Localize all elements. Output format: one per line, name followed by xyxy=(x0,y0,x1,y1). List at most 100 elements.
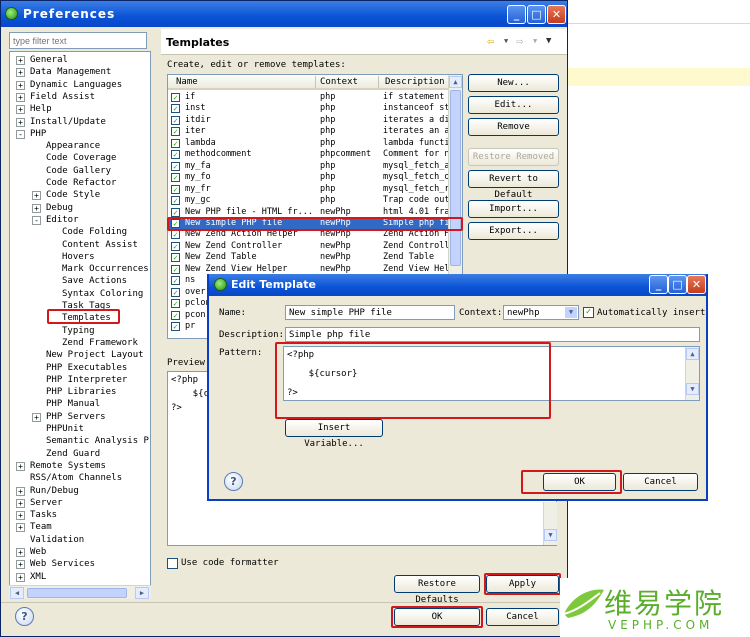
tree-item[interactable]: Code Refactor xyxy=(46,177,116,189)
tree-item[interactable]: Editor xyxy=(46,214,79,226)
row-checkbox[interactable]: ✓ xyxy=(171,127,180,137)
tree-expander-icon[interactable]: + xyxy=(32,412,41,422)
table-scroll-thumb[interactable] xyxy=(450,90,461,266)
tree-expander-icon[interactable]: + xyxy=(16,80,25,90)
tree-scroll-thumb[interactable] xyxy=(27,588,127,598)
table-row[interactable]: ✓ New Zend Action Helper newPhp Zend Action… xyxy=(168,229,450,241)
help-icon[interactable]: ? xyxy=(224,472,243,491)
tree-item[interactable]: Code Style xyxy=(46,189,100,201)
tree-item[interactable]: Code Gallery xyxy=(46,165,111,177)
remove-button[interactable]: Remove xyxy=(468,118,559,136)
scroll-up-icon[interactable]: ▲ xyxy=(686,348,699,360)
tree-horizontal-scrollbar[interactable]: ◀ ▶ xyxy=(9,585,151,599)
scroll-down-icon[interactable]: ▼ xyxy=(544,529,557,541)
tree-item[interactable]: Remote Systems xyxy=(30,460,106,472)
tree-item[interactable]: PHP Manual xyxy=(46,398,100,410)
tree-expander-icon[interactable]: + xyxy=(16,523,25,533)
back-icon[interactable]: ⇦ xyxy=(487,34,494,48)
row-checkbox[interactable]: ✓ xyxy=(171,104,180,114)
row-checkbox[interactable]: ✓ xyxy=(171,310,180,320)
tree-item[interactable]: PHP Servers xyxy=(46,411,106,423)
maximize-icon[interactable]: □ xyxy=(527,5,546,24)
tree-expander-icon[interactable]: + xyxy=(16,486,25,496)
tree-item[interactable]: PHP Interpreter xyxy=(46,374,127,386)
table-row[interactable]: ✓ New Zend Table newPhp Zend Table xyxy=(168,252,448,264)
forward-dropdown-icon[interactable]: ▼ xyxy=(533,37,537,45)
close-icon[interactable]: ✕ xyxy=(547,5,566,24)
row-checkbox[interactable]: ✓ xyxy=(171,264,180,274)
tree-expander-icon[interactable]: + xyxy=(16,548,25,557)
close-icon[interactable]: ✕ xyxy=(687,275,706,294)
tree-expander-icon[interactable]: + xyxy=(32,191,41,201)
scroll-left-icon[interactable]: ◀ xyxy=(10,587,24,599)
tree-item[interactable]: Data Management xyxy=(30,66,111,78)
tree-item[interactable]: Help xyxy=(30,103,52,115)
row-checkbox[interactable]: ✓ xyxy=(171,276,180,286)
row-checkbox[interactable]: ✓ xyxy=(171,287,180,297)
maximize-icon[interactable]: □ xyxy=(668,275,687,294)
tree-item[interactable]: Team xyxy=(30,521,52,533)
tree-item[interactable]: Field Assist xyxy=(30,91,95,103)
tree-expander-icon[interactable]: + xyxy=(16,117,25,127)
column-description[interactable]: Description xyxy=(385,77,445,87)
table-row[interactable]: ✓ my_fo php mysql_fetch_o xyxy=(168,172,450,184)
help-icon[interactable]: ? xyxy=(15,607,34,626)
tree-expander-icon[interactable]: + xyxy=(16,511,25,521)
use-code-formatter-checkbox[interactable] xyxy=(167,558,178,569)
tree-item[interactable]: Save Actions xyxy=(62,275,127,287)
row-checkbox[interactable]: ✓ xyxy=(171,93,180,102)
tree-item[interactable]: Zend Guard xyxy=(46,448,100,460)
tree-item[interactable]: Zend Framework xyxy=(62,337,138,349)
row-checkbox[interactable]: ✓ xyxy=(171,230,180,240)
tree-item[interactable]: Semantic Analysis Pre xyxy=(46,435,150,447)
column-separator[interactable] xyxy=(315,76,316,88)
preview-scrollbar[interactable]: ▼ xyxy=(543,502,557,545)
cancel-button[interactable]: Cancel xyxy=(486,608,559,626)
edit-template-title-bar[interactable]: Edit Template _ □ ✕ xyxy=(209,274,706,296)
restore-removed-button[interactable]: Restore Removed xyxy=(468,148,559,166)
tree-item[interactable]: Appearance xyxy=(46,140,100,152)
column-separator[interactable] xyxy=(378,76,379,88)
context-select[interactable]: newPhp ▼ xyxy=(503,305,579,320)
dialog-cancel-button[interactable]: Cancel xyxy=(623,473,698,491)
view-menu-icon[interactable]: ▼ xyxy=(546,36,551,46)
tree-item[interactable]: Run/Debug xyxy=(30,485,79,497)
tree-expander-icon[interactable]: - xyxy=(32,215,41,225)
tree-item[interactable]: Code Coverage xyxy=(46,152,116,164)
table-row[interactable]: ✓ my_gc php Trap code out xyxy=(168,195,450,207)
table-row[interactable]: ✓ iter php iterates an a xyxy=(168,126,450,138)
tree-item[interactable]: Install/Update xyxy=(30,116,106,128)
table-row[interactable]: ✓ New Zend Controller newPhp Zend Controll xyxy=(168,241,450,253)
minimize-icon[interactable]: _ xyxy=(649,275,668,294)
tree-item[interactable]: Code Folding xyxy=(62,226,127,238)
scroll-right-icon[interactable]: ▶ xyxy=(135,587,149,599)
forward-icon[interactable]: ⇨ xyxy=(516,34,523,48)
minimize-icon[interactable]: _ xyxy=(507,5,526,24)
tree-item[interactable]: Hovers xyxy=(62,251,95,263)
tree-item[interactable]: PHP Executables xyxy=(46,362,127,374)
tree-item[interactable]: Typing xyxy=(62,325,95,337)
tree-item[interactable]: Syntax Coloring xyxy=(62,288,143,300)
table-row[interactable]: ✓ lambda php lambda functi xyxy=(168,138,450,150)
revert-to-default-button[interactable]: Revert to Default xyxy=(468,170,559,200)
tree-item[interactable]: PHP xyxy=(30,128,46,140)
row-checkbox[interactable]: ✓ xyxy=(171,196,180,206)
tree-item[interactable]: Web xyxy=(30,546,46,558)
row-checkbox[interactable]: ✓ xyxy=(171,241,180,251)
import-button[interactable]: Import... xyxy=(468,200,559,218)
tree-item[interactable]: Content Assist xyxy=(62,239,138,251)
tree-item[interactable]: Web Services xyxy=(30,558,95,570)
scroll-up-icon[interactable]: ▲ xyxy=(449,76,462,88)
tree-item[interactable]: Server xyxy=(30,497,63,509)
column-name[interactable]: Name xyxy=(176,77,198,87)
tree-expander-icon[interactable]: + xyxy=(16,498,25,508)
tree-expander-icon[interactable]: + xyxy=(16,572,25,582)
tree-item[interactable]: XML xyxy=(30,571,46,583)
edit-button[interactable]: Edit... xyxy=(468,96,559,114)
tree-item[interactable]: Dynamic Languages xyxy=(30,79,122,91)
row-checkbox[interactable]: ✓ xyxy=(171,207,180,217)
preferences-title-bar[interactable]: Preferences _ □ ✕ xyxy=(1,1,567,27)
auto-insert-checkbox[interactable]: ✓ xyxy=(583,307,594,318)
restore-defaults-button[interactable]: Restore Defaults xyxy=(394,575,480,605)
row-checkbox[interactable]: ✓ xyxy=(171,184,180,194)
